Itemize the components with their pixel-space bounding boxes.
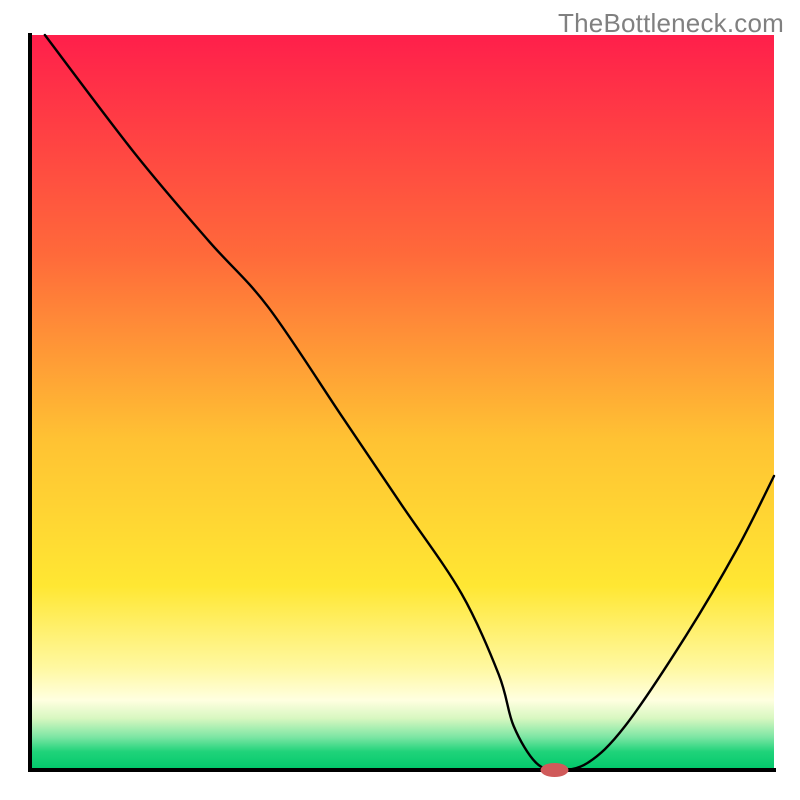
watermark-text: TheBottleneck.com [558, 8, 784, 39]
plot-area [30, 35, 774, 777]
bottleneck-chart [0, 0, 800, 800]
chart-container: { "watermark": "TheBottleneck.com", "cha… [0, 0, 800, 800]
plot-background [30, 35, 774, 770]
optimum-marker [541, 763, 569, 777]
